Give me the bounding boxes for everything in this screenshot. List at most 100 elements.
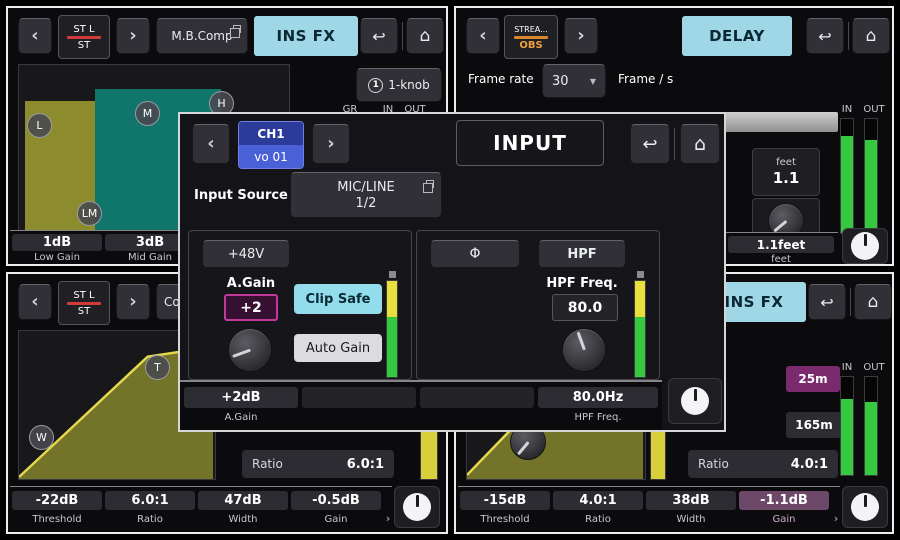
input-source-button[interactable]: MIC/LINE 1/2 xyxy=(290,172,442,218)
release-value[interactable]: 165m xyxy=(786,412,842,438)
channel-select-button[interactable]: ST L ST xyxy=(58,281,110,325)
channel-select-button[interactable]: ST L ST xyxy=(58,15,110,59)
low-band-handle[interactable]: L xyxy=(27,113,52,138)
channel-name: vo 01 xyxy=(239,145,303,168)
home-button[interactable]: ⌂ xyxy=(406,18,444,54)
threshold-value[interactable]: -15dB xyxy=(460,491,550,510)
hpf-readout-value[interactable]: 80.0Hz xyxy=(538,387,658,408)
chevron-right-icon: › xyxy=(129,291,136,314)
knob-pointer xyxy=(773,220,787,232)
ratio-value[interactable]: 6.0:1 xyxy=(105,491,195,510)
frame-rate-value: 30 xyxy=(552,74,569,89)
threshold-label: Threshold xyxy=(460,514,550,525)
chevron-right-icon: › xyxy=(577,25,584,48)
meter-fill xyxy=(635,317,645,377)
prev-channel-button[interactable]: ‹ xyxy=(192,124,230,164)
knob-indicator-icon xyxy=(681,387,709,415)
hpf-freq-label: HPF Freq. xyxy=(538,278,626,289)
tab-delay[interactable]: DELAY xyxy=(682,16,792,56)
home-button[interactable]: ⌂ xyxy=(852,18,890,54)
clip-safe-button[interactable]: Clip Safe xyxy=(294,284,382,314)
meter-fill xyxy=(865,140,877,233)
undo-button[interactable]: ↩ xyxy=(630,124,670,164)
low-mid-crossover-handle[interactable]: LM xyxy=(77,201,102,226)
phase-button[interactable]: Φ xyxy=(430,240,520,268)
ratio-row[interactable]: Ratio 4.0:1 xyxy=(688,450,838,478)
next-channel-button[interactable]: › xyxy=(312,124,350,164)
threshold-handle[interactable]: T xyxy=(145,355,170,380)
param-strip: +2dB 80.0Hz A.Gain HPF Freq. xyxy=(180,380,662,430)
hpf-freq-value[interactable]: 80.0 xyxy=(552,294,618,321)
again-readout-label: A.Gain xyxy=(184,412,298,423)
touch-and-turn-knob[interactable] xyxy=(394,486,440,528)
phase-label: Φ xyxy=(469,246,480,262)
width-value[interactable]: 47dB xyxy=(198,491,288,510)
hpf-level-meter xyxy=(634,280,646,378)
tab-label: DELAY xyxy=(709,27,765,45)
undo-button[interactable]: ↩ xyxy=(806,18,844,54)
attack-value[interactable]: 25m xyxy=(786,366,840,392)
ratio-row-label: Ratio xyxy=(698,457,729,471)
touch-and-turn-knob[interactable] xyxy=(668,378,722,424)
tab-ins-fx[interactable]: INS FX xyxy=(254,16,358,56)
analog-gain-value[interactable]: +2 xyxy=(224,294,278,321)
hpf-readout-label: HPF Freq. xyxy=(538,412,658,423)
hpf-button[interactable]: HPF xyxy=(538,240,626,268)
frame-rate-dropdown[interactable]: 30 ▼ xyxy=(542,64,606,98)
touch-and-turn-knob[interactable] xyxy=(842,228,888,264)
home-button[interactable]: ⌂ xyxy=(854,284,892,320)
out-meter-label: OUT xyxy=(860,362,888,373)
home-button[interactable]: ⌂ xyxy=(680,124,720,164)
channel-color-bar xyxy=(67,36,101,39)
input-level-meter xyxy=(386,280,398,378)
delay-value: 1.1 xyxy=(773,169,800,187)
analog-gain-knob[interactable] xyxy=(228,328,272,372)
meter-peak-led xyxy=(389,271,396,278)
again-readout-value[interactable]: +2dB xyxy=(184,387,298,408)
fx-select-button[interactable]: M.B.Comp xyxy=(156,18,248,54)
home-icon: ⌂ xyxy=(866,26,877,46)
threshold-value[interactable]: -22dB xyxy=(12,491,102,510)
frame-rate-label: Frame rate xyxy=(468,74,534,85)
mid-band-handle[interactable]: M xyxy=(135,101,160,126)
channel-select-button[interactable]: STREA... OBS xyxy=(504,15,558,59)
next-channel-button[interactable]: › xyxy=(116,284,150,320)
next-channel-button[interactable]: › xyxy=(116,18,150,54)
gain-value[interactable]: -1.1dB xyxy=(739,491,829,510)
meter-fill xyxy=(387,317,397,377)
next-channel-button[interactable]: › xyxy=(564,18,598,54)
low-gain-value[interactable]: 1dB xyxy=(12,234,102,251)
prev-channel-button[interactable]: ‹ xyxy=(18,284,52,320)
chevron-left-icon: ‹ xyxy=(31,291,38,314)
header-divider xyxy=(848,22,849,50)
width-handle[interactable]: W xyxy=(29,425,54,450)
channel-number: CH1 xyxy=(239,122,303,145)
one-knob-button[interactable]: 1 1-knob xyxy=(356,68,442,102)
prev-channel-button[interactable]: ‹ xyxy=(18,18,52,54)
prev-channel-button[interactable]: ‹ xyxy=(466,18,500,54)
auto-gain-button[interactable]: Auto Gain xyxy=(294,334,382,362)
more-params-icon[interactable]: › xyxy=(382,513,394,524)
fx-name-label: M.B.Comp xyxy=(171,29,232,43)
ratio-row[interactable]: Ratio 6.0:1 xyxy=(242,450,394,478)
width-label: Width xyxy=(646,514,736,525)
delay-value-box[interactable]: feet 1.1 xyxy=(752,148,820,196)
width-value[interactable]: 38dB xyxy=(646,491,736,510)
delay-readout-label: feet xyxy=(728,254,834,265)
hpf-freq-knob[interactable] xyxy=(562,328,606,372)
channel-type: OBS xyxy=(519,40,542,51)
undo-button[interactable]: ↩ xyxy=(808,284,846,320)
ratio-row-value: 6.0:1 xyxy=(347,457,384,472)
channel-select-button[interactable]: CH1 vo 01 xyxy=(238,121,304,169)
copy-icon xyxy=(426,180,434,188)
touch-and-turn-knob[interactable] xyxy=(842,486,888,528)
knob-pointer xyxy=(231,349,250,358)
phantom-power-button[interactable]: +48V xyxy=(202,240,290,268)
more-params-icon[interactable]: › xyxy=(830,513,842,524)
ratio-value[interactable]: 4.0:1 xyxy=(553,491,643,510)
delay-readout-value[interactable]: 1.1feet xyxy=(728,236,834,253)
undo-button[interactable]: ↩ xyxy=(360,18,398,54)
gain-value[interactable]: -0.5dB xyxy=(291,491,381,510)
meter-headroom xyxy=(865,377,877,402)
page-title: INPUT xyxy=(456,120,604,166)
